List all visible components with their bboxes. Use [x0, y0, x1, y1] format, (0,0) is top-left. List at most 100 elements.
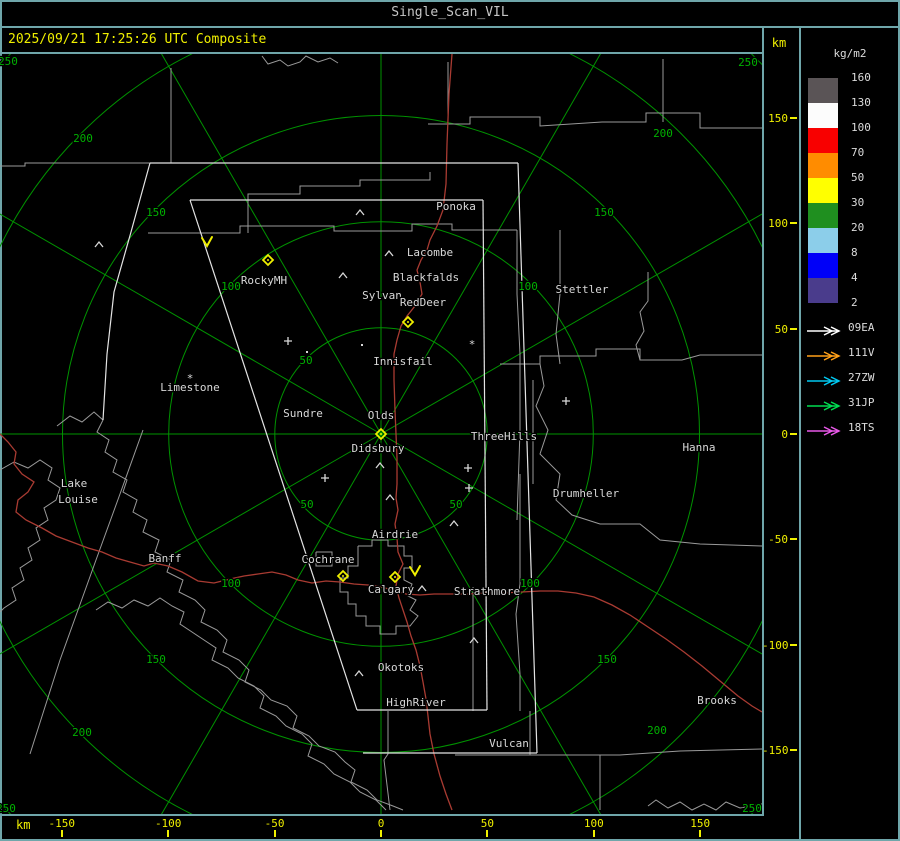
caret-marker-icon	[384, 249, 394, 257]
radar-coverage-outline	[102, 162, 151, 421]
town-label: Ponoka	[436, 200, 476, 213]
town-label: Innisfail	[373, 355, 433, 368]
plus-marker-icon	[562, 397, 570, 405]
town-label: Sundre	[283, 407, 323, 420]
town-label: HighRiver	[386, 696, 446, 709]
legend-swatch	[808, 278, 838, 303]
right-axis-tick	[790, 222, 797, 225]
bottom-axis-tick-label: 150	[690, 817, 711, 830]
track-arrow-icon	[805, 422, 845, 436]
county-boundary	[383, 711, 391, 811]
caret-marker-icon	[449, 519, 459, 527]
ring-distance-label: 250	[738, 56, 758, 69]
town-label: Calgary	[368, 583, 415, 596]
map-bottom-edge	[0, 814, 764, 816]
bottom-axis-tick	[380, 830, 382, 837]
town-label: Stettler	[556, 283, 609, 296]
town-label: Vulcan	[489, 737, 529, 750]
legend-swatch	[808, 78, 838, 103]
legend-scale-value: 4	[851, 271, 858, 284]
town-label: RockyMH	[241, 274, 287, 287]
caret-marker-icon	[354, 669, 364, 677]
legend-unit-label: kg/m2	[833, 47, 867, 60]
ring-distance-label: 200	[73, 132, 93, 145]
ring-distance-label: 200	[653, 127, 673, 140]
legend-scale-value: 100	[851, 121, 871, 134]
track-id-label: 18TS	[848, 421, 875, 434]
legend-scale-value: 130	[851, 96, 871, 109]
town-label: Strathmore	[454, 585, 520, 598]
right-axis-unit: km	[771, 36, 787, 50]
ring-distance-label: 150	[146, 206, 166, 219]
plus-marker-icon	[464, 464, 472, 472]
caret-marker-icon	[469, 636, 479, 644]
right-axis-tick-label: 100	[768, 217, 788, 231]
county-boundary	[500, 348, 762, 365]
legend-swatch	[808, 178, 838, 203]
legend-swatch	[808, 103, 838, 128]
right-axis-tick	[790, 538, 797, 541]
bottom-axis-tick-label: -50	[264, 817, 285, 830]
right-axis-tick-label: 50	[774, 322, 788, 336]
ring-distance-label: 250	[0, 55, 18, 68]
right-axis-tick	[790, 117, 797, 120]
town-label: Drumheller	[553, 487, 620, 500]
bottom-axis-tick	[486, 830, 489, 837]
ring-distance-label: 150	[597, 653, 617, 666]
town-label: Airdrie	[372, 528, 418, 541]
star-marker-icon: *	[469, 338, 476, 351]
timestamp-label: 2025/09/21 17:25:26 UTC Composite	[8, 32, 267, 47]
county-boundary	[428, 112, 762, 129]
legend-swatch	[808, 228, 838, 253]
radar-coverage-outline	[482, 199, 488, 711]
town-label: Olds	[368, 409, 395, 422]
town-label: Didsbury	[352, 442, 405, 455]
track-arrow-icon	[805, 347, 845, 361]
window-title: Single_Scan_VIL	[391, 5, 509, 20]
bottom-axis-unit: km	[16, 818, 31, 832]
plus-marker-icon	[321, 474, 329, 482]
ring-distance-label: 50	[299, 354, 312, 367]
radar-app-window: Single_Scan_VIL 2025/09/21 17:25:26 UTC …	[0, 0, 900, 841]
ring-distance-label: 150	[146, 653, 166, 666]
ring-distance-label: 100	[221, 577, 241, 590]
caret-marker-icon	[375, 461, 385, 469]
radar-map[interactable]: 50 50 50 100 100 100 100 150 150 150 150 200 200 200 2…	[0, 54, 762, 814]
right-axis-tick	[790, 327, 797, 330]
town-label: Brooks	[697, 694, 737, 707]
ring-distance-label: 200	[647, 724, 667, 737]
town-label: Hanna	[682, 441, 715, 454]
bottom-axis-tick	[60, 830, 63, 837]
plus-marker-icon	[284, 337, 292, 345]
legend-scale-value: 50	[851, 171, 865, 184]
plus-marker-icon	[465, 484, 473, 492]
star-marker-icon: *	[187, 372, 194, 385]
dot-marker-icon	[361, 344, 363, 346]
legend-swatch	[808, 153, 838, 178]
bottom-axis-tick	[699, 830, 702, 837]
town-label: Louise	[58, 493, 98, 506]
caret-marker-icon	[338, 271, 348, 279]
legend-scale-value: 8	[851, 246, 858, 259]
track-id-label: 09EA	[848, 321, 875, 334]
caret-marker-icon	[385, 493, 395, 501]
radial-line	[161, 433, 382, 814]
bottom-axis-tick	[167, 830, 170, 837]
ring-distance-label: 200	[72, 726, 92, 739]
legend-scale-value: 30	[851, 196, 865, 209]
ring-distance-label: 150	[594, 206, 614, 219]
dot-marker-icon	[306, 351, 308, 353]
legend-swatch	[808, 253, 838, 278]
bottom-axis-tick-label: -150	[48, 817, 76, 830]
county-boundary	[555, 230, 561, 365]
town-label: ThreeHills	[471, 430, 537, 443]
radial-line	[380, 433, 762, 655]
track-id-label: 27ZW	[848, 371, 875, 384]
town-label: Lake	[61, 477, 88, 490]
caret-marker-icon	[94, 240, 104, 248]
right-axis-tick-label: 150	[768, 112, 788, 126]
county-boundary	[95, 597, 387, 811]
legend-scale-value: 70	[851, 146, 865, 159]
ring-distance-label: 50	[300, 498, 313, 511]
bottom-axis-tick-label: 100	[583, 817, 604, 830]
